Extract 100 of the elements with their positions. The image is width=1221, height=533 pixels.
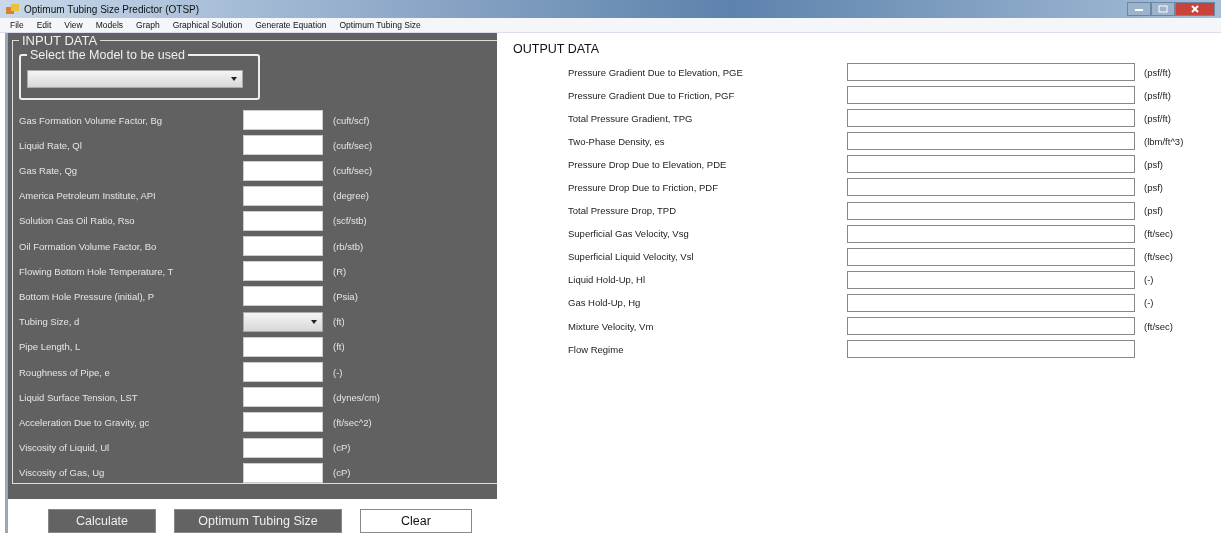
close-icon (1190, 5, 1200, 13)
field-label: Viscosity of Liquid, Ul (19, 442, 111, 454)
field-label: Tubing Size, d (19, 316, 81, 328)
input-field[interactable] (243, 135, 323, 156)
output-field[interactable] (847, 340, 1135, 359)
input-field[interactable] (243, 185, 323, 206)
field-label: Gas Formation Volume Factor, Bg (19, 114, 164, 126)
menu-item[interactable]: Graph (136, 20, 160, 30)
output-field[interactable] (847, 317, 1135, 336)
clear-button[interactable]: Clear (360, 509, 472, 533)
input-field[interactable] (243, 362, 323, 382)
output-label: Total Pressure Drop, TPD (568, 205, 678, 217)
model-dropdown[interactable] (27, 70, 243, 88)
group-title: INPUT DATA (21, 33, 99, 48)
output-label: Total Pressure Gradient, TPG (568, 112, 694, 124)
caret-icon (311, 319, 317, 324)
output-field[interactable] (847, 270, 1135, 289)
unit-label: (-) (1144, 297, 1154, 309)
window-title: Optimum Tubing Size Predictor (OTSP) (24, 3, 200, 15)
output-field[interactable] (847, 293, 1135, 312)
input-field[interactable] (243, 412, 323, 433)
unit-label: (ft/sec) (1144, 228, 1174, 240)
output-field[interactable] (847, 63, 1135, 81)
field-label: Liquid Rate, Ql (19, 139, 83, 151)
output-field[interactable] (847, 155, 1135, 174)
unit-label: (psf/ft) (1144, 66, 1171, 78)
field-label: Viscosity of Gas, Ug (19, 467, 106, 479)
unit-label: (psf/ft) (1144, 112, 1171, 124)
unit-label: (cP) (333, 442, 351, 454)
menu-item[interactable]: File (10, 20, 24, 30)
unit-label: (ft) (333, 341, 345, 353)
menu-item[interactable]: Graphical Solution (172, 20, 243, 30)
input-field[interactable] (243, 110, 323, 131)
output-label: Pressure Drop Due to Elevation, PDE (568, 158, 728, 170)
unit-label: (lbm/ft^3) (1144, 135, 1184, 147)
field-label: Gas Rate, Qg (19, 165, 79, 176)
output-label: Mixture Velocity, Vm (568, 320, 655, 332)
unit-label: (psf/ft) (1144, 89, 1171, 101)
close-button[interactable] (1175, 2, 1215, 16)
maximize-icon (1158, 5, 1168, 13)
action-button[interactable]: Optimum Tubing Size (174, 509, 342, 533)
output-field[interactable] (847, 201, 1135, 220)
input-field[interactable] (243, 437, 323, 458)
field-label: Acceleration Due to Gravity, gc (19, 416, 151, 428)
app-icon (6, 3, 20, 15)
input-field[interactable] (243, 236, 323, 257)
unit-label: (ft/sec^2) (333, 416, 372, 428)
input-field[interactable] (243, 261, 323, 282)
unit-label: (psf) (1144, 205, 1163, 217)
output-label: Pressure Gradient Due to Elevation, PGE (568, 66, 744, 78)
unit-label: (cuft/scf) (333, 114, 370, 126)
output-field[interactable] (847, 109, 1135, 128)
unit-label: (ft/sec) (1144, 251, 1174, 263)
output-label: Liquid Hold-Up, Hl (568, 274, 647, 286)
input-field[interactable] (243, 462, 323, 483)
action-button[interactable]: Calculate (48, 509, 156, 533)
menu-item[interactable]: Optimum Tubing Size (339, 20, 421, 30)
minimize-button[interactable] (1127, 2, 1151, 16)
output-field[interactable] (847, 247, 1135, 266)
menu-item[interactable]: View (64, 20, 83, 30)
unit-label: (cuft/sec) (333, 165, 373, 176)
field-label: Solution Gas Oil Ratio, Rso (19, 215, 136, 227)
input-field[interactable] (243, 210, 323, 231)
output-label: Gas Hold-Up, Hg (568, 297, 642, 309)
field-label: Liquid Surface Tension, LST (19, 391, 139, 403)
output-label: Pressure Drop Due to Friction, PDF (568, 181, 719, 193)
output-label: Superficial Liquid Velocity, Vsl (568, 251, 695, 263)
field-label: Roughness of Pipe, e (19, 366, 111, 378)
caret-icon (231, 77, 237, 81)
minimize-icon (1134, 6, 1144, 12)
input-field[interactable] (243, 336, 323, 357)
unit-label: (psf) (1144, 181, 1163, 193)
field-label: Pipe Length, L (19, 341, 82, 353)
unit-label: (rb/stb) (333, 240, 364, 252)
field-label: Flowing Bottom Hole Temperature, T (19, 265, 175, 277)
output-label: Flow Regime (568, 343, 625, 355)
unit-label: (cP) (333, 467, 351, 479)
unit-label: (-) (1144, 274, 1154, 286)
output-field[interactable] (847, 178, 1135, 197)
output-field[interactable] (847, 224, 1135, 243)
menu-item[interactable]: Models (95, 20, 124, 30)
unit-label: (degree) (333, 190, 369, 202)
menu-item[interactable]: Edit (36, 20, 52, 30)
maximize-button[interactable] (1151, 2, 1175, 16)
section-title: OUTPUT DATA (513, 42, 601, 56)
unit-label: (ft/sec) (1144, 320, 1174, 332)
unit-label: (cuft/sec) (333, 139, 373, 151)
output-field[interactable] (847, 132, 1135, 151)
output-field[interactable] (847, 86, 1135, 105)
dropdown-field[interactable] (243, 311, 323, 332)
input-field[interactable] (243, 286, 323, 307)
output-label: Pressure Gradient Due to Friction, PGF (568, 89, 736, 101)
unit-label: (-) (333, 366, 343, 378)
group-title: Select the Model to be used (29, 48, 186, 62)
input-field[interactable] (243, 160, 323, 181)
input-field[interactable] (243, 387, 323, 408)
unit-label: (dynes/cm) (333, 391, 380, 403)
menu-item[interactable]: Generate Equation (255, 20, 327, 30)
unit-label: (scf/stb) (333, 215, 367, 227)
field-label: America Petroleum Institute, API (19, 190, 157, 202)
